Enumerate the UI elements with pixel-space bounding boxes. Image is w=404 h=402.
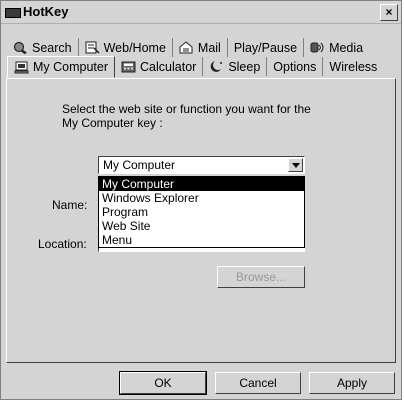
tab-play-pause-label: Play/Pause xyxy=(233,40,298,55)
tab-calculator[interactable]: Calculator xyxy=(115,57,204,76)
tab-row-2: My Computer Calculator Sleep Options Wir… xyxy=(7,56,383,78)
search-icon xyxy=(13,41,28,55)
apply-button[interactable]: Apply xyxy=(309,372,395,394)
keyboard-icon xyxy=(5,8,21,18)
tab-media-label: Media xyxy=(329,40,364,55)
function-select[interactable]: My Computer xyxy=(98,156,305,174)
tab-my-computer[interactable]: My Computer xyxy=(7,56,116,78)
tab-calculator-label: Calculator xyxy=(140,59,197,74)
cancel-button[interactable]: Cancel xyxy=(215,372,301,394)
dropdown-option-windows-explorer[interactable]: Windows Explorer xyxy=(99,191,304,205)
chevron-down-icon[interactable] xyxy=(288,158,303,172)
tab-mail-label: Mail xyxy=(197,40,221,55)
function-select-value: My Computer xyxy=(103,158,176,172)
tab-play-pause[interactable]: Play/Pause xyxy=(228,38,305,57)
media-icon xyxy=(310,41,325,54)
browse-button[interactable]: Browse... xyxy=(217,266,305,288)
hotkey-dialog: HotKey × Search Web/Home Mail Play/Pause xyxy=(0,0,402,400)
tab-web-home-label: Web/Home xyxy=(103,40,166,55)
title-bar: HotKey × xyxy=(1,1,401,24)
window-title: HotKey xyxy=(23,4,69,19)
tab-options-label: Options xyxy=(273,59,317,74)
close-button[interactable]: × xyxy=(380,4,398,21)
tab-web-home[interactable]: Web/Home xyxy=(79,38,173,57)
web-home-icon xyxy=(85,41,100,54)
calculator-icon xyxy=(121,60,136,73)
dropdown-option-menu[interactable]: Menu xyxy=(99,233,304,247)
tab-options[interactable]: Options xyxy=(267,57,324,76)
tab-search-label: Search xyxy=(32,40,72,55)
location-label: Location: xyxy=(38,237,87,251)
tab-my-computer-label: My Computer xyxy=(33,60,109,74)
dropdown-option-web-site[interactable]: Web Site xyxy=(99,219,304,233)
function-dropdown-list: My Computer Windows Explorer Program Web… xyxy=(98,176,305,248)
tab-media[interactable]: Media xyxy=(304,38,369,57)
mail-icon xyxy=(179,41,194,54)
tab-mail[interactable]: Mail xyxy=(173,38,228,57)
computer-icon xyxy=(14,61,29,74)
dropdown-option-my-computer[interactable]: My Computer xyxy=(99,177,304,191)
tab-wireless-label: Wireless xyxy=(329,59,378,74)
tab-row-1: Search Web/Home Mail Play/Pause Media xyxy=(7,38,369,58)
instruction-text: Select the web site or function you want… xyxy=(62,102,311,130)
ok-button[interactable]: OK xyxy=(119,371,207,395)
tab-sleep[interactable]: Sleep xyxy=(203,57,268,76)
tab-wireless[interactable]: Wireless xyxy=(323,57,383,76)
name-label: Name: xyxy=(52,198,88,212)
tab-sleep-label: Sleep xyxy=(228,59,261,74)
dropdown-option-program[interactable]: Program xyxy=(99,205,304,219)
sleep-icon xyxy=(209,60,224,73)
tab-search[interactable]: Search xyxy=(7,38,79,57)
